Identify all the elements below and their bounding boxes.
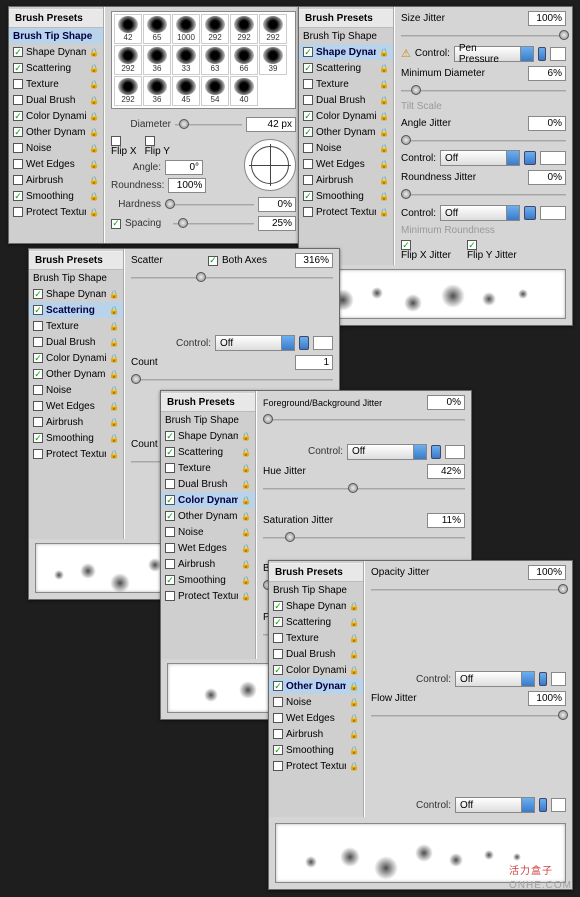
flipx-cb [111, 136, 121, 146]
main-tip: 4265100029229229229236336366392923645544… [104, 7, 302, 243]
brush-preset[interactable]: 292 [201, 14, 229, 44]
flow-input[interactable] [528, 691, 566, 706]
brush-preset[interactable]: 36 [143, 76, 171, 106]
sidebar-item-smooth[interactable]: Smoothing [9, 188, 103, 204]
sidebar-item-air[interactable]: Airbrush [9, 172, 103, 188]
count-input[interactable] [295, 355, 333, 370]
brush-preset[interactable]: 42 [114, 14, 142, 44]
sidebar-item-shape[interactable]: Shape Dynamics [9, 44, 103, 60]
brush-preset[interactable]: 54 [201, 76, 229, 106]
spacing-input[interactable] [258, 216, 296, 231]
sidebar-item-texture[interactable]: Texture [9, 76, 103, 92]
diameter-input[interactable] [246, 117, 296, 132]
stroke-preview [305, 269, 566, 319]
brush-preset[interactable]: 292 [259, 14, 287, 44]
angle-input[interactable] [165, 160, 203, 175]
angle-widget[interactable] [244, 139, 296, 191]
min-diameter-input[interactable] [528, 66, 566, 81]
spacing-cb[interactable] [111, 219, 121, 229]
scatter-input[interactable] [295, 253, 333, 268]
brush-preset[interactable]: 40 [230, 76, 258, 106]
sidebar-item-protect[interactable]: Protect Texture [9, 204, 103, 220]
roundness-input[interactable] [168, 178, 206, 193]
sidebar-item-dual[interactable]: Dual Brush [9, 92, 103, 108]
warn-icon: ⚠ [401, 47, 411, 60]
flipy-cb [145, 136, 155, 146]
sidebar-item-noise[interactable]: Noise [9, 140, 103, 156]
brush-preset[interactable]: 66 [230, 45, 258, 75]
both-axes-cb[interactable] [208, 256, 218, 266]
panel-brush-tip-shape: Brush Presets Brush Tip Shape Shape Dyna… [8, 6, 303, 244]
brush-preset[interactable]: 63 [201, 45, 229, 75]
brush-preset[interactable]: 33 [172, 45, 200, 75]
opacity-input[interactable] [528, 565, 566, 580]
hardness-input[interactable] [258, 197, 296, 212]
brush-preset[interactable]: 45 [172, 76, 200, 106]
size-jitter-input[interactable] [528, 11, 566, 26]
brush-preset[interactable]: 292 [114, 76, 142, 106]
watermark: 活力盒子ONHE.COM [509, 862, 572, 891]
diameter-slider[interactable] [175, 119, 242, 131]
sidebar-item-wet[interactable]: Wet Edges [9, 156, 103, 172]
brush-preset[interactable]: 39 [259, 45, 287, 75]
control-select[interactable]: Pen Pressure [454, 46, 534, 62]
sidebar-head[interactable]: Brush Presets [9, 9, 103, 28]
checkbox[interactable] [13, 47, 23, 57]
brush-preset[interactable]: 1000 [172, 14, 200, 44]
sat-input[interactable] [427, 513, 465, 528]
lock-icon[interactable] [89, 47, 99, 57]
hue-input[interactable] [427, 464, 465, 479]
brush-grid[interactable]: 4265100029229229229236336366392923645544… [111, 11, 296, 109]
sidebar-item-color[interactable]: Color Dynamics [9, 108, 103, 124]
brush-preset[interactable]: 292 [114, 45, 142, 75]
sidebar-item-tip[interactable]: Brush Tip Shape [9, 28, 103, 44]
brush-preset[interactable]: 65 [143, 14, 171, 44]
sidebar-item-other[interactable]: Other Dynamics [9, 124, 103, 140]
sidebar-item-scatter[interactable]: Scattering [9, 60, 103, 76]
brush-preset[interactable]: 36 [143, 45, 171, 75]
panel-other-dynamics: Brush Presets Brush Tip Shape Shape Dyna… [268, 560, 573, 890]
sidebar: Brush Presets Brush Tip Shape Shape Dyna… [9, 7, 104, 243]
brush-preset[interactable]: 292 [230, 14, 258, 44]
